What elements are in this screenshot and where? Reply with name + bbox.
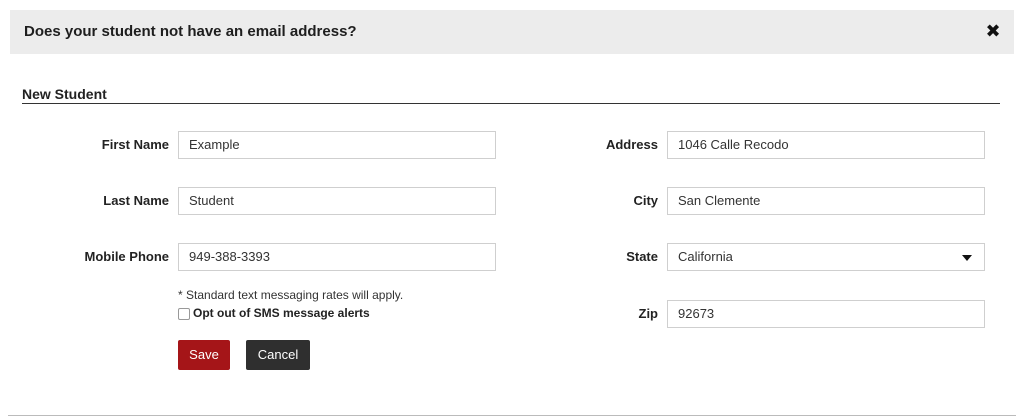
close-icon[interactable]: ✖ — [984, 22, 1002, 40]
state-select[interactable]: California — [667, 243, 985, 271]
state-selected-value: California — [678, 249, 733, 264]
sms-opt-out-checkbox[interactable] — [178, 308, 190, 320]
dialog-title: Does your student not have an email addr… — [24, 23, 357, 40]
first-name-input[interactable]: Example — [178, 131, 496, 159]
cancel-button[interactable]: Cancel — [246, 340, 310, 370]
sms-rates-note: * Standard text messaging rates will app… — [178, 288, 404, 302]
mobile-phone-label: Mobile Phone — [84, 249, 170, 264]
section-divider — [22, 103, 1000, 104]
city-label: City — [633, 193, 658, 208]
sms-opt-out-label[interactable]: Opt out of SMS message alerts — [193, 306, 370, 320]
mobile-phone-input[interactable]: 949-388-3393 — [178, 243, 496, 271]
address-label: Address — [605, 137, 658, 152]
city-input[interactable]: San Clemente — [667, 187, 985, 215]
first-name-label: First Name — [101, 137, 169, 152]
dialog-header: Does your student not have an email addr… — [10, 10, 1014, 54]
address-input[interactable]: 1046 Calle Recodo — [667, 131, 985, 159]
section-title: New Student — [22, 86, 107, 102]
last-name-input[interactable]: Student — [178, 187, 496, 215]
state-label: State — [626, 249, 658, 264]
last-name-label: Last Name — [103, 193, 169, 208]
zip-input[interactable]: 92673 — [667, 300, 985, 328]
chevron-down-icon — [962, 255, 972, 261]
save-button[interactable]: Save — [178, 340, 230, 370]
footer-divider — [8, 415, 1016, 416]
zip-label: Zip — [638, 306, 659, 321]
